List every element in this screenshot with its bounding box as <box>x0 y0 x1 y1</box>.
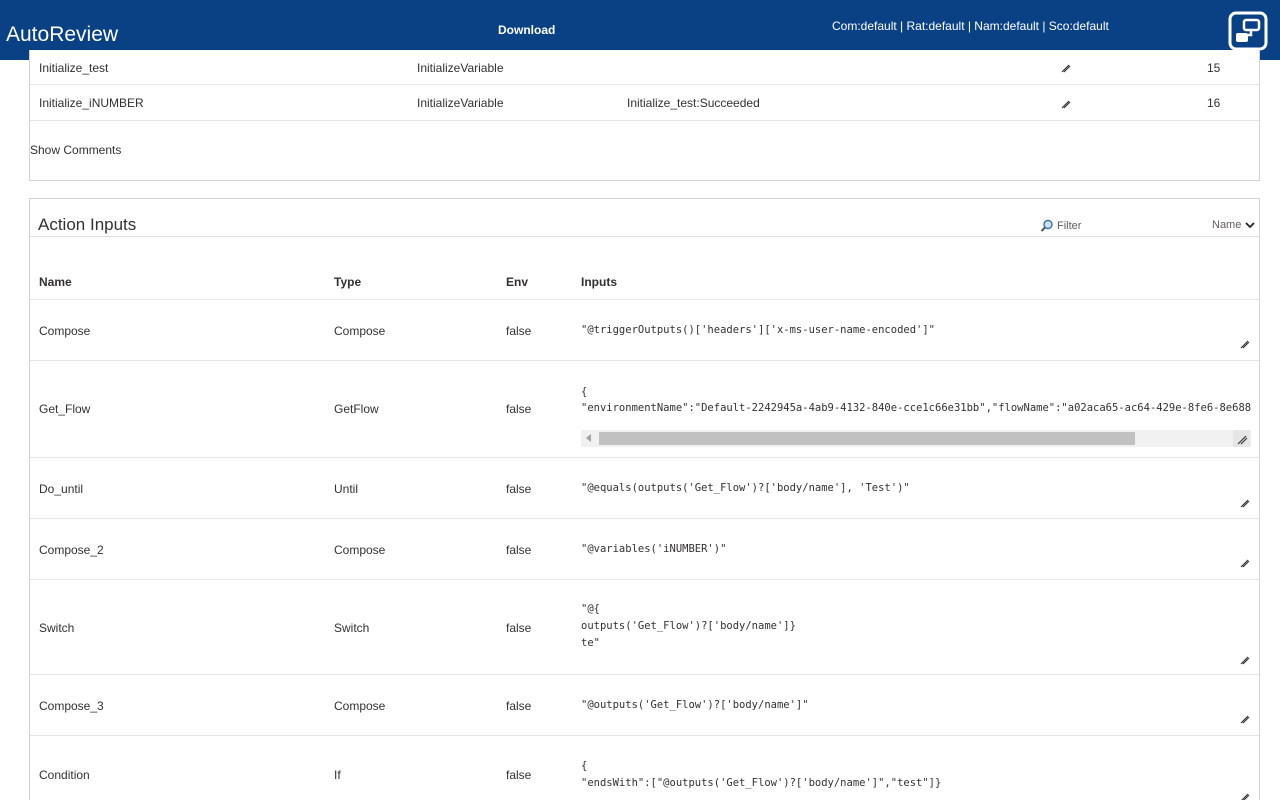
action-type: GetFlow <box>334 402 379 416</box>
env-value: false <box>506 324 532 338</box>
resize-handle-icon[interactable] <box>1239 497 1251 509</box>
download-button[interactable]: Download <box>498 23 555 37</box>
filter-button[interactable]: Filter <box>1040 219 1081 233</box>
env-value: false <box>506 543 532 557</box>
search-icon <box>1040 219 1053 232</box>
inputs-value[interactable]: { "environmentName":"Default-2242945a-4a… <box>581 384 1251 416</box>
action-name: Get_Flow <box>39 402 91 416</box>
resize-handle-icon[interactable] <box>1239 654 1251 666</box>
resize-handle-icon[interactable] <box>1239 557 1251 569</box>
action-name: Compose <box>39 324 91 338</box>
divider <box>30 236 1259 237</box>
action-type: Compose <box>334 324 386 338</box>
settings-summary[interactable]: Com:default | Rat:default | Nam:default … <box>832 19 1109 33</box>
inputs-value[interactable]: "@equals(outputs('Get_Flow')?['body/name… <box>581 482 910 494</box>
table-row: Compose_3 Compose false "@outputs('Get_F… <box>30 675 1259 736</box>
action-inputs-panel: Action Inputs Filter Name Name Type Env … <box>29 198 1260 800</box>
filter-label: Filter <box>1057 220 1082 232</box>
power-automate-logo-icon <box>1228 11 1268 51</box>
env-value: false <box>506 699 532 713</box>
column-header-env[interactable]: Env <box>506 275 528 289</box>
action-type: Compose <box>334 699 386 713</box>
table-row: Compose Compose false "@triggerOutputs()… <box>30 300 1259 361</box>
inputs-value[interactable]: "@triggerOutputs()['headers']['x-ms-user… <box>581 324 935 336</box>
action-name: Switch <box>39 621 75 635</box>
sort-label: Name <box>1212 219 1242 231</box>
action-name: Initialize_test <box>39 61 109 75</box>
env-value: false <box>506 402 532 416</box>
panel-title: Action Inputs <box>38 215 137 234</box>
env-value: false <box>506 768 532 782</box>
resize-handle-icon[interactable] <box>1239 791 1251 800</box>
action-name: Compose_3 <box>39 699 104 713</box>
env-value: false <box>506 621 532 635</box>
table-row: Condition If false { "endsWith":["@outpu… <box>30 736 1259 800</box>
resize-handle-icon[interactable] <box>1239 713 1251 725</box>
action-name: Condition <box>39 768 90 782</box>
sort-dropdown[interactable]: Name <box>1212 219 1255 231</box>
actions-table-panel: Initialize_test InitializeVariable 15 In… <box>29 50 1260 181</box>
inputs-value[interactable]: { "endsWith":["@outputs('Get_Flow')?['bo… <box>581 758 941 792</box>
action-type: InitializeVariable <box>417 96 504 110</box>
resize-handle-icon[interactable] <box>1233 430 1250 447</box>
edit-icon[interactable] <box>1060 62 1072 74</box>
scroll-left-icon[interactable] <box>586 434 591 442</box>
action-name: Do_until <box>39 482 84 496</box>
horizontal-scrollbar[interactable] <box>581 430 1251 447</box>
table-row: Initialize_iNUMBER InitializeVariable In… <box>30 85 1259 121</box>
column-header-type[interactable]: Type <box>334 275 361 289</box>
table-row: Compose_2 Compose false "@variables('iNU… <box>30 519 1259 580</box>
table-row: Switch Switch false "@{ outputs('Get_Flo… <box>30 580 1259 675</box>
action-type: Compose <box>334 543 386 557</box>
action-number: 15 <box>1207 61 1221 75</box>
app-title: AutoReview <box>6 23 119 46</box>
scrollbar-thumb[interactable] <box>599 432 1135 445</box>
show-comments-link[interactable]: Show Comments <box>30 143 121 157</box>
inputs-value[interactable]: "@variables('iNUMBER')" <box>581 543 726 555</box>
table-row: Initialize_test InitializeVariable 15 <box>30 50 1259 85</box>
column-header-inputs[interactable]: Inputs <box>581 275 617 289</box>
action-name: Compose_2 <box>39 543 104 557</box>
table-row: Do_until Until false "@equals(outputs('G… <box>30 458 1259 519</box>
inputs-value[interactable]: "@{ outputs('Get_Flow')?['body/name']} t… <box>581 601 796 652</box>
edit-icon[interactable] <box>1060 98 1072 110</box>
action-type: Until <box>334 482 359 496</box>
run-after: Initialize_test:Succeeded <box>627 96 760 110</box>
resize-corner[interactable] <box>1233 430 1250 447</box>
inputs-value[interactable]: "@outputs('Get_Flow')?['body/name']" <box>581 699 809 711</box>
env-value: false <box>506 482 532 496</box>
column-header-name[interactable]: Name <box>39 275 72 289</box>
chevron-down-icon <box>1245 222 1255 229</box>
action-type: If <box>334 768 341 782</box>
action-name: Initialize_iNUMBER <box>39 96 144 110</box>
action-type: Switch <box>334 621 370 635</box>
action-number: 16 <box>1207 96 1221 110</box>
action-type: InitializeVariable <box>417 61 504 75</box>
resize-handle-icon[interactable] <box>1239 338 1251 350</box>
